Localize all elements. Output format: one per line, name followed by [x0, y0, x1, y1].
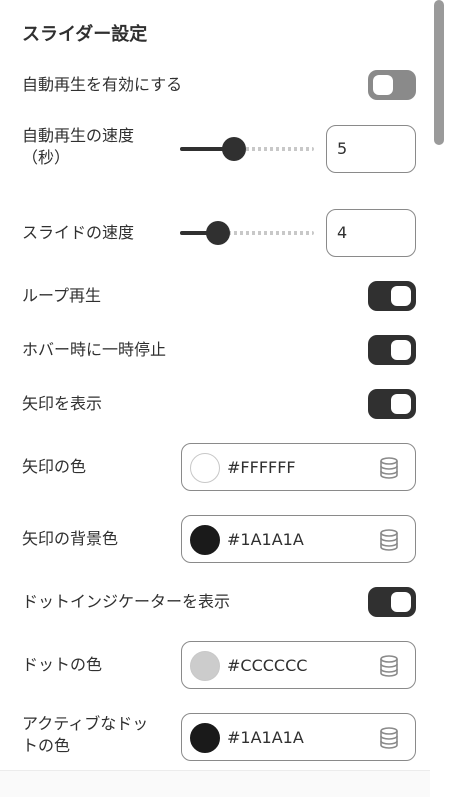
toggle-knob — [391, 394, 411, 414]
slider-settings-panel: スライダー設定 自動再生を有効にする 自動再生の速度 （秒） 5 スライドの速度… — [0, 0, 430, 797]
show-dots-row: ドットインジケーターを表示 — [22, 587, 416, 617]
autoplay-speed-slider[interactable] — [180, 137, 314, 161]
pause-on-hover-label: ホバー時に一時停止 — [22, 340, 167, 359]
database-icon[interactable] — [379, 529, 399, 551]
show-arrows-label: 矢印を表示 — [22, 394, 103, 413]
dot-color-label: ドットの色 — [22, 655, 103, 674]
color-swatch[interactable] — [190, 723, 220, 753]
autoplay-toggle[interactable] — [368, 70, 416, 100]
slide-speed-row: スライドの速度 4 — [22, 209, 416, 257]
show-arrows-toggle[interactable] — [368, 389, 416, 419]
scrollbar[interactable] — [430, 0, 450, 797]
pause-on-hover-row: ホバー時に一時停止 — [22, 335, 416, 365]
autoplay-speed-label-line1: 自動再生の速度 — [22, 126, 135, 145]
arrow-color-label: 矢印の色 — [22, 457, 87, 476]
panel-bottom-edge — [0, 770, 430, 797]
autoplay-speed-label-line2: （秒） — [22, 148, 71, 167]
color-swatch[interactable] — [190, 453, 220, 483]
dot-color-field[interactable]: #CCCCCC — [181, 641, 416, 689]
slide-speed-slider[interactable] — [180, 221, 314, 245]
autoplay-row: 自動再生を有効にする — [22, 70, 416, 100]
active-dot-color-row: アクティブなドッ トの色 #1A1A1A — [22, 713, 416, 761]
database-icon[interactable] — [379, 655, 399, 677]
active-dot-color-field[interactable]: #1A1A1A — [181, 713, 416, 761]
active-dot-color-label-line1: アクティブなドッ — [22, 714, 149, 733]
loop-toggle[interactable] — [368, 281, 416, 311]
active-dot-color-label-line2: トの色 — [22, 736, 71, 755]
show-arrows-row: 矢印を表示 — [22, 389, 416, 419]
show-dots-toggle[interactable] — [368, 587, 416, 617]
arrow-bg-color-label: 矢印の背景色 — [22, 529, 119, 548]
color-swatch[interactable] — [190, 651, 220, 681]
database-icon[interactable] — [379, 457, 399, 479]
loop-label: ループ再生 — [22, 286, 102, 305]
active-dot-color-label: アクティブなドッ トの色 — [22, 713, 148, 757]
arrow-color-field[interactable]: #FFFFFF — [181, 443, 416, 491]
color-hex-value[interactable]: #FFFFFF — [227, 457, 296, 479]
autoplay-speed-label: 自動再生の速度 （秒） — [22, 125, 134, 169]
autoplay-label: 自動再生を有効にする — [22, 75, 183, 94]
autoplay-speed-row: 自動再生の速度 （秒） 5 — [22, 125, 416, 173]
color-swatch[interactable] — [190, 525, 220, 555]
toggle-knob — [391, 286, 411, 306]
scrollbar-thumb[interactable] — [434, 0, 444, 145]
color-hex-value[interactable]: #1A1A1A — [227, 727, 304, 749]
database-icon[interactable] — [379, 727, 399, 749]
dot-color-row: ドットの色 #CCCCCC — [22, 641, 416, 689]
show-dots-label: ドットインジケーターを表示 — [22, 592, 231, 611]
slide-speed-input[interactable]: 4 — [326, 209, 416, 257]
toggle-knob — [373, 75, 393, 95]
pause-on-hover-toggle[interactable] — [368, 335, 416, 365]
toggle-knob — [391, 340, 411, 360]
autoplay-speed-input[interactable]: 5 — [326, 125, 416, 173]
arrow-bg-color-row: 矢印の背景色 #1A1A1A — [22, 515, 416, 563]
toggle-knob — [391, 592, 411, 612]
color-hex-value[interactable]: #1A1A1A — [227, 529, 304, 551]
slide-speed-label: スライドの速度 — [22, 223, 135, 242]
slider-thumb[interactable] — [221, 137, 246, 161]
color-hex-value[interactable]: #CCCCCC — [227, 655, 307, 677]
loop-row: ループ再生 — [22, 281, 416, 311]
slider-thumb[interactable] — [205, 221, 230, 245]
arrow-color-row: 矢印の色 #FFFFFF — [22, 443, 416, 491]
section-title: スライダー設定 — [22, 24, 148, 45]
arrow-bg-color-field[interactable]: #1A1A1A — [181, 515, 416, 563]
